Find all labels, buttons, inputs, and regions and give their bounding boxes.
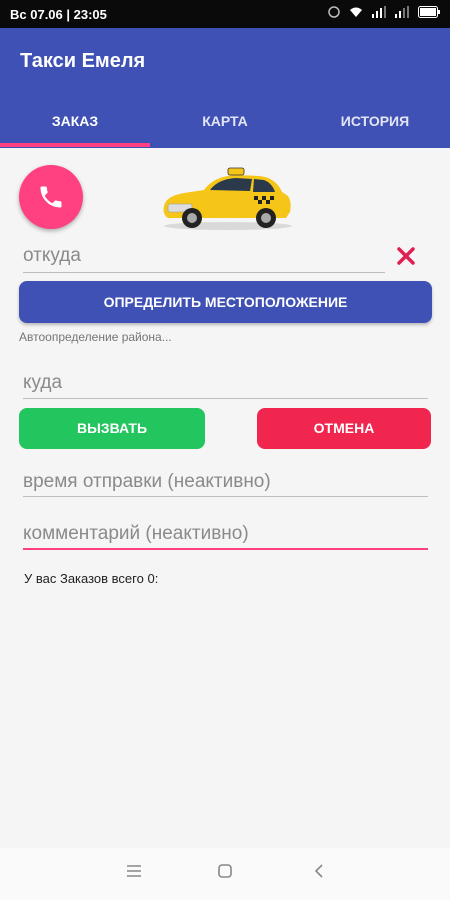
orders-count-text: У вас Заказов всего 0: [24,571,159,586]
status-time: Вс 07.06 | 23:05 [10,7,107,22]
tab-indicator [0,143,150,147]
signal-icon-2 [395,6,409,18]
signal-icon [372,6,386,18]
alarm-icon [328,6,340,18]
from-input-underline [23,272,385,273]
taxi-car-image [163,167,292,230]
clear-icon[interactable] [396,246,416,266]
phone-icon [40,186,62,208]
app-title: Такси Емеля [20,50,146,72]
tab-bar: ЗАКАЗ КАРТА ИСТОРИЯ [0,94,450,148]
to-input[interactable]: куда [23,372,62,394]
battery-icon [418,6,440,18]
departure-time-input[interactable]: время отправки (неактивно) [23,471,271,493]
departure-time-underline [23,496,428,497]
wifi-icon [350,7,362,17]
comment-input[interactable]: комментарий (неактивно) [23,523,249,545]
app-bar: Такси Емеля ЗАКАЗ КАРТА ИСТОРИЯ [0,28,450,148]
tab-history[interactable]: ИСТОРИЯ [300,94,450,148]
from-input[interactable]: откуда [23,245,81,267]
system-nav-bar [0,848,450,900]
auto-detect-text: Автоопределение района... [19,330,172,344]
to-input-underline [23,398,428,399]
tab-order[interactable]: ЗАКАЗ [0,94,150,148]
home-icon[interactable] [217,863,233,879]
comment-input-underline [23,548,428,550]
call-taxi-button[interactable]: ВЫЗВАТЬ [19,408,205,449]
phone-call-button[interactable] [19,165,83,229]
cancel-button[interactable]: ОТМЕНА [257,408,431,449]
menu-icon[interactable] [126,863,142,879]
tab-map[interactable]: КАРТА [150,94,300,148]
status-icons [328,6,440,18]
locate-button[interactable]: ОПРЕДЕЛИТЬ МЕСТОПОЛОЖЕНИЕ [19,281,432,323]
back-icon[interactable] [313,863,325,879]
status-bar: Вс 07.06 | 23:05 [0,0,450,28]
